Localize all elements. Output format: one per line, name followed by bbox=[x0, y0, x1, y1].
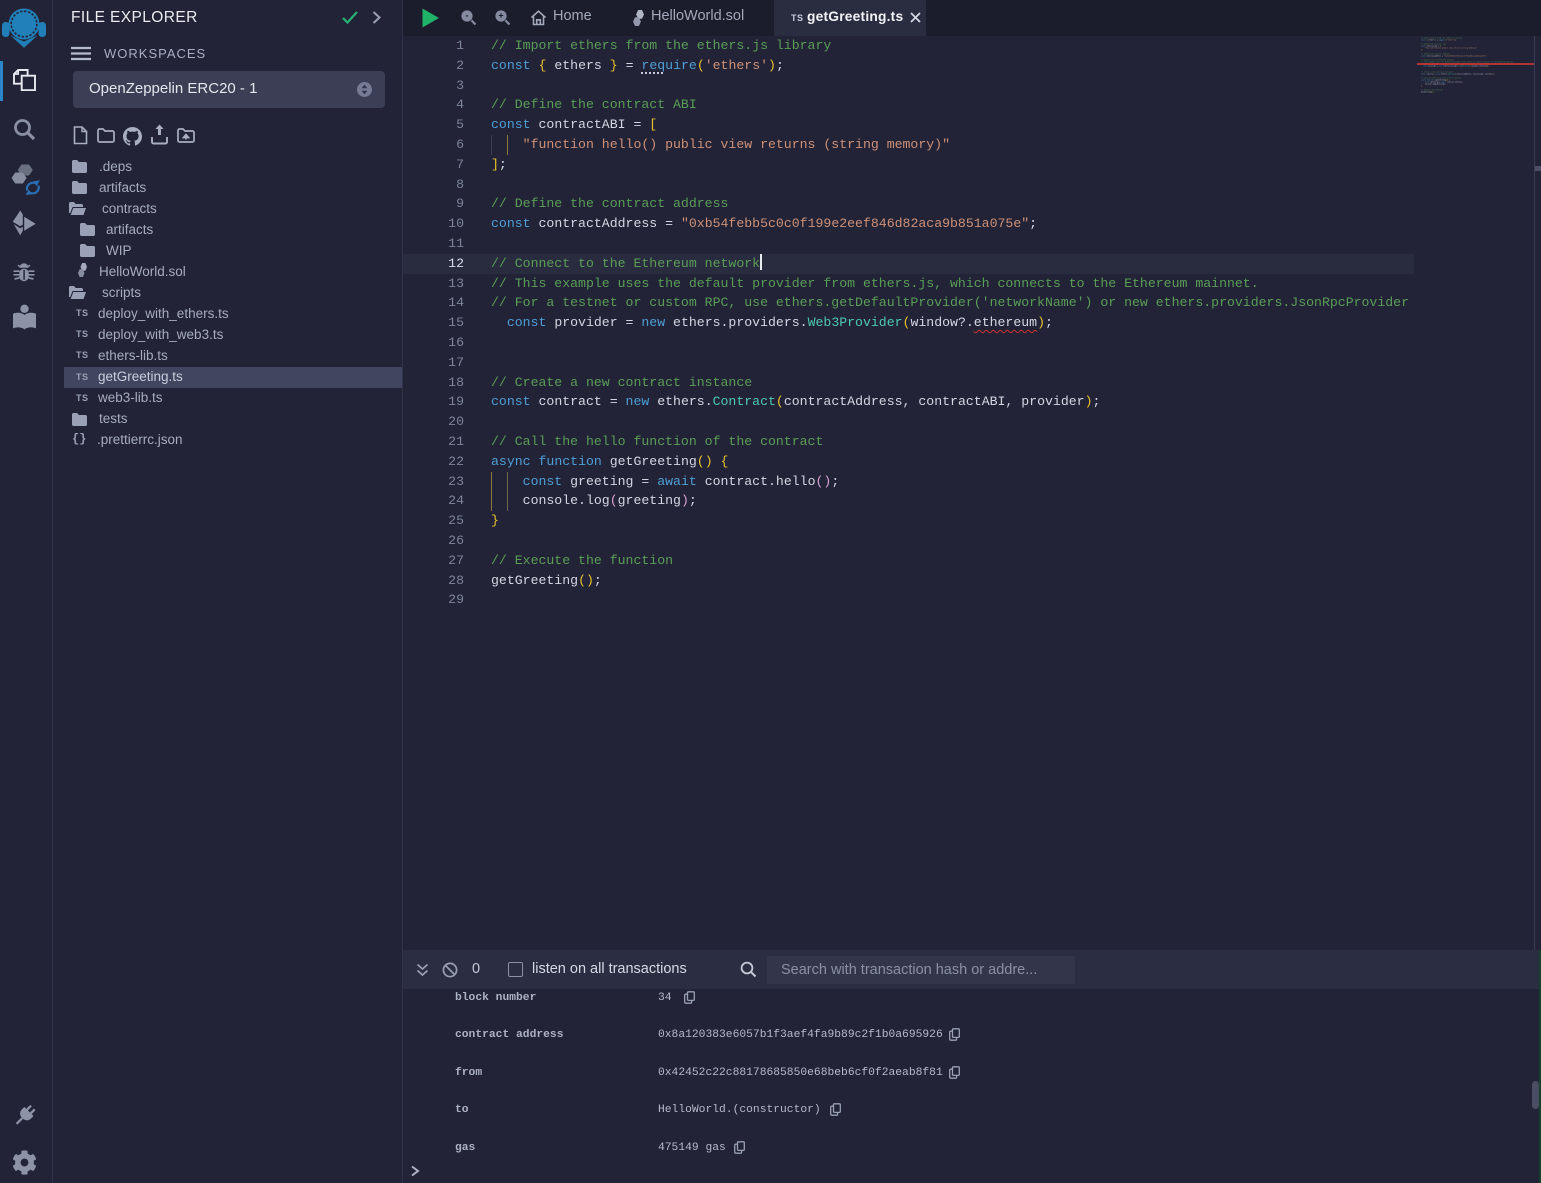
svg-text:+: + bbox=[498, 11, 503, 21]
svg-text:-: - bbox=[466, 11, 469, 21]
